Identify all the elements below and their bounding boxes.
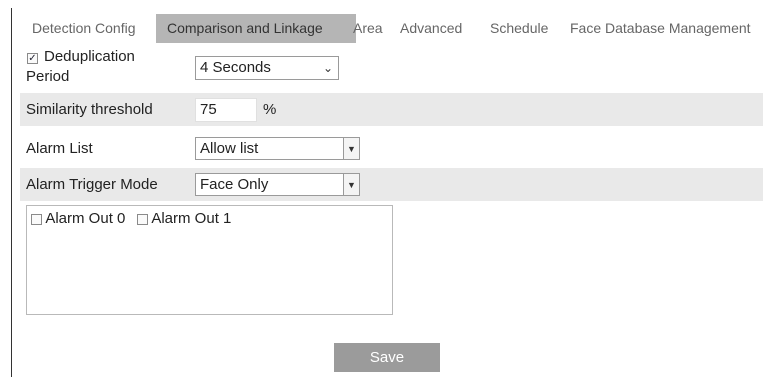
tab-schedule[interactable]: Schedule	[490, 14, 548, 43]
alarm-list-value: Allow list	[200, 140, 259, 157]
dropdown-arrow-icon: ▼	[343, 174, 359, 195]
similarity-label: Similarity threshold	[26, 101, 153, 118]
alarm-out-1-label: Alarm Out 1	[151, 210, 232, 227]
alarm-out-0-checkbox[interactable]	[31, 213, 42, 225]
tab-bar: Detection Config Comparison and Linkage …	[20, 14, 763, 43]
similarity-unit: %	[263, 101, 277, 118]
alarm-output-list: Alarm Out 0 Alarm Out 1	[26, 205, 393, 315]
tab-comparison-and-linkage[interactable]: Comparison and Linkage	[156, 14, 356, 43]
dedup-period-select[interactable]: 4 Seconds ⌄	[195, 56, 339, 80]
alarm-out-0-label: Alarm Out 0	[45, 210, 126, 227]
similarity-value: 75	[200, 101, 217, 118]
alarm-out-0[interactable]: Alarm Out 0	[31, 210, 125, 227]
dedup-row: ✓ Deduplication Period 4 Seconds ⌄	[20, 43, 763, 89]
alarm-trigger-value: Face Only	[200, 176, 269, 193]
alarm-list-select[interactable]: Allow list ▼	[195, 137, 360, 160]
alarm-out-1-checkbox[interactable]	[137, 213, 148, 225]
dedup-checkbox[interactable]: ✓	[27, 53, 38, 64]
tab-area[interactable]: Area	[353, 14, 383, 43]
alarm-list-label: Alarm List	[26, 140, 93, 157]
save-button[interactable]: Save	[334, 343, 440, 372]
alarm-trigger-row: Alarm Trigger Mode Face Only ▼	[20, 168, 763, 201]
alarm-out-1[interactable]: Alarm Out 1	[137, 210, 231, 227]
dropdown-arrow-icon: ▼	[343, 138, 359, 159]
dedup-period-value: 4 Seconds	[200, 59, 271, 76]
similarity-input[interactable]: 75	[195, 98, 257, 122]
dedup-label-line2: Period	[26, 68, 70, 85]
alarm-list-row: Alarm List Allow list ▼	[20, 131, 763, 166]
tab-detection-config[interactable]: Detection Config	[32, 14, 136, 43]
tab-face-database-management[interactable]: Face Database Management	[570, 14, 751, 43]
dedup-label-line1: Deduplication	[44, 48, 135, 65]
chevron-down-icon: ⌄	[322, 61, 334, 75]
alarm-trigger-label: Alarm Trigger Mode	[26, 176, 158, 193]
left-border-line	[11, 8, 12, 377]
alarm-trigger-select[interactable]: Face Only ▼	[195, 173, 360, 196]
similarity-row: Similarity threshold 75 %	[20, 93, 763, 126]
tab-advanced[interactable]: Advanced	[400, 14, 462, 43]
